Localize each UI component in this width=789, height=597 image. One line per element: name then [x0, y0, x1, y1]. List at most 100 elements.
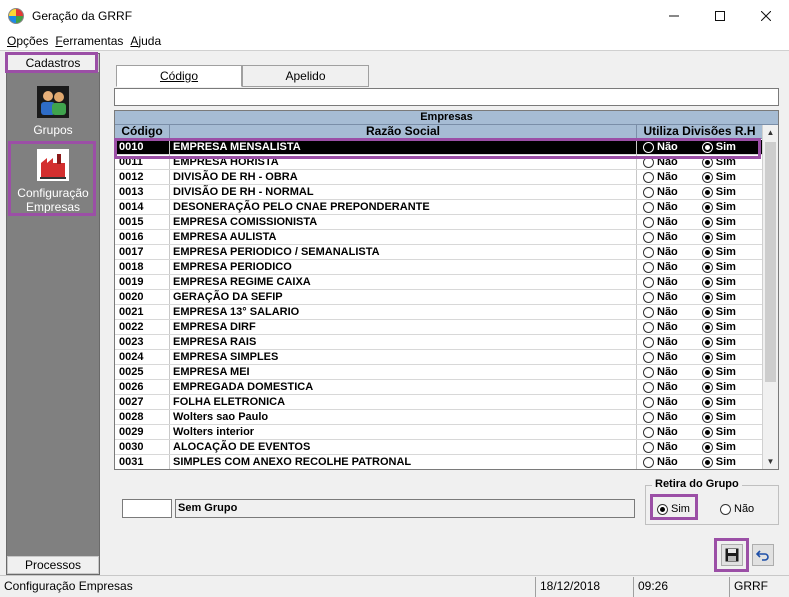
highlight-cadastros	[5, 52, 98, 73]
undo-icon	[756, 550, 769, 561]
table-row[interactable]: 0021 EMPRESA 13° SALARIO Não Sim	[115, 305, 763, 320]
radio-nao[interactable]	[643, 351, 654, 363]
cell-code: 0012	[115, 170, 170, 184]
table-row[interactable]: 0012 DIVISÃO DE RH - OBRA Não Sim	[115, 170, 763, 185]
radio-sim[interactable]	[701, 171, 713, 183]
column-header-razao-social[interactable]: Razão Social	[170, 125, 637, 139]
radio-sim[interactable]	[701, 411, 713, 423]
column-header-codigo[interactable]: Código	[115, 125, 170, 139]
vertical-scrollbar[interactable]: ▲ ▼	[762, 125, 778, 469]
radio-sim[interactable]	[701, 216, 713, 228]
radio-nao[interactable]	[720, 503, 731, 515]
table-row[interactable]: 0027 FOLHA ELETRONICA Não Sim	[115, 395, 763, 410]
scroll-up-icon[interactable]: ▲	[763, 125, 778, 140]
tab-apelido[interactable]: Apelido	[242, 65, 369, 87]
table-row[interactable]: 0016 EMPRESA AULISTA Não Sim	[115, 230, 763, 245]
radio-nao[interactable]	[643, 306, 654, 318]
table-row[interactable]: 0023 EMPRESA RAIS Não Sim	[115, 335, 763, 350]
radio-nao[interactable]	[643, 186, 654, 198]
table-row[interactable]: 0018 EMPRESA PERIODICO Não Sim	[115, 260, 763, 275]
table-row[interactable]: 0024 EMPRESA SIMPLES Não Sim	[115, 350, 763, 365]
search-input[interactable]	[114, 88, 779, 106]
cell-code: 0020	[115, 290, 170, 304]
nav-item-grupos[interactable]: Grupos	[7, 86, 99, 137]
undo-button[interactable]	[752, 544, 774, 566]
table-row[interactable]: 0031 SIMPLES COM ANEXO RECOLHE PATRONAL Nã…	[115, 455, 763, 469]
minimize-button[interactable]	[651, 0, 697, 31]
cell-code: 0022	[115, 320, 170, 334]
cell-code: 0019	[115, 275, 170, 289]
menu-ferramentas[interactable]: Ferramentas	[55, 34, 123, 48]
radio-nao[interactable]	[643, 291, 654, 303]
group-code-input[interactable]	[122, 499, 172, 518]
radio-sim[interactable]	[701, 276, 713, 288]
radio-sim[interactable]	[701, 261, 713, 273]
radio-nao[interactable]	[643, 321, 654, 333]
radio-nao[interactable]	[643, 426, 654, 438]
radio-sim[interactable]	[701, 396, 713, 408]
radio-nao[interactable]	[643, 231, 654, 243]
radio-nao[interactable]	[643, 366, 654, 378]
radio-nao[interactable]	[643, 261, 654, 273]
radio-sim[interactable]	[701, 321, 713, 333]
table-row[interactable]: 0029 Wolters interior Não Sim	[115, 425, 763, 440]
retira-nao-option[interactable]: Não	[718, 503, 754, 515]
table-row[interactable]: 0025 EMPRESA MEI Não Sim	[115, 365, 763, 380]
radio-nao[interactable]	[643, 396, 654, 408]
radio-sim[interactable]	[701, 291, 713, 303]
radio-sim[interactable]	[701, 351, 713, 363]
table-row[interactable]: 0022 EMPRESA DIRF Não Sim	[115, 320, 763, 335]
radio-sim[interactable]	[701, 441, 713, 453]
cell-razao-social: EMPRESA AULISTA	[170, 230, 637, 244]
radio-sim[interactable]	[701, 426, 713, 438]
table-row[interactable]: 0013 DIVISÃO DE RH - NORMAL Não Sim	[115, 185, 763, 200]
radio-nao[interactable]	[643, 336, 654, 348]
radio-sim[interactable]	[701, 366, 713, 378]
window-title: Geração da GRRF	[32, 8, 133, 23]
table-row[interactable]: 0020 GERAÇÃO DA SEFIP Não Sim	[115, 290, 763, 305]
table-row[interactable]: 0026 EMPREGADA DOMESTICA Não Sim	[115, 380, 763, 395]
radio-nao[interactable]	[643, 171, 654, 183]
cell-utiliza-divisoes: Não Sim	[637, 350, 763, 364]
menu-ajuda[interactable]: Ajuda	[130, 34, 161, 48]
radio-nao[interactable]	[643, 441, 654, 453]
menu-opcoes[interactable]: Opções	[7, 34, 48, 48]
radio-sim[interactable]	[701, 186, 713, 198]
cell-razao-social: DIVISÃO DE RH - NORMAL	[170, 185, 637, 199]
close-icon	[761, 10, 771, 21]
radio-sim[interactable]	[701, 381, 713, 393]
minimize-icon	[669, 15, 679, 16]
radio-nao[interactable]	[643, 216, 654, 228]
table-row[interactable]: 0030 ALOCAÇÃO DE EVENTOS Não Sim	[115, 440, 763, 455]
radio-sim[interactable]	[701, 306, 713, 318]
grid-title: Empresas	[115, 111, 778, 125]
radio-sim[interactable]	[701, 246, 713, 258]
highlight-configuracao-empresas	[8, 141, 96, 216]
radio-sim[interactable]	[701, 336, 713, 348]
tab-codigo[interactable]: Código	[116, 65, 242, 87]
close-button[interactable]	[743, 0, 789, 31]
panel-footer-processos[interactable]: Processos	[7, 556, 99, 574]
radio-sim[interactable]	[701, 456, 713, 468]
radio-nao[interactable]	[643, 411, 654, 423]
radio-nao[interactable]	[643, 456, 654, 468]
radio-nao[interactable]	[643, 246, 654, 258]
radio-nao[interactable]	[643, 201, 654, 213]
table-row[interactable]: 0017 EMPRESA PERIODICO / SEMANALISTA Não Si…	[115, 245, 763, 260]
scroll-down-icon[interactable]: ▼	[763, 454, 778, 469]
radio-nao[interactable]	[643, 276, 654, 288]
table-row[interactable]: 0028 Wolters sao Paulo Não Sim	[115, 410, 763, 425]
table-row[interactable]: 0014 DESONERAÇÃO PELO CNAE PREPONDERANTE N…	[115, 200, 763, 215]
cell-code: 0014	[115, 200, 170, 214]
cell-razao-social: EMPRESA PERIODICO / SEMANALISTA	[170, 245, 637, 259]
column-header-utiliza-divisoes[interactable]: Utiliza Divisões R.H	[637, 125, 763, 139]
radio-sim[interactable]	[701, 231, 713, 243]
cell-razao-social: EMPRESA SIMPLES	[170, 350, 637, 364]
radio-nao[interactable]	[643, 381, 654, 393]
radio-sim[interactable]	[701, 201, 713, 213]
cell-utiliza-divisoes: Não Sim	[637, 440, 763, 454]
table-row[interactable]: 0015 EMPRESA COMISSIONISTA Não Sim	[115, 215, 763, 230]
maximize-button[interactable]	[697, 0, 743, 31]
table-row[interactable]: 0019 EMPRESA REGIME CAIXA Não Sim	[115, 275, 763, 290]
scroll-thumb[interactable]	[765, 142, 776, 382]
